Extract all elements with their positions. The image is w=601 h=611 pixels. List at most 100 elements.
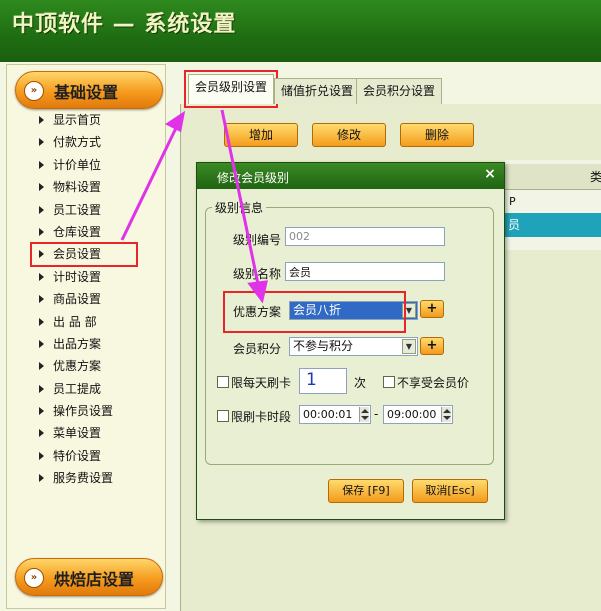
triangle-right-icon — [39, 317, 44, 326]
daily-limit-label: 限每天刷卡 — [231, 376, 292, 390]
triangle-right-icon — [39, 160, 44, 169]
sidebar-item[interactable]: 出品方案 — [37, 333, 167, 355]
sidebar-item-label: 菜单设置 — [53, 426, 102, 441]
chevron-down-icon[interactable]: ▼ — [402, 339, 416, 354]
daily-limit-input[interactable]: 1 — [299, 368, 347, 394]
time-limit-checkbox[interactable] — [217, 410, 229, 422]
edit-member-level-dialog: 修改会员级别 × 级别信息 级别编号 级别名称 优惠方案 会员八折 ▼ + 会员… — [196, 162, 505, 520]
time-to-value: 09:00:00 — [387, 408, 437, 421]
sidebar-item[interactable]: 会员设置 — [30, 242, 138, 267]
sidebar-item[interactable]: 出 品 部 — [37, 311, 167, 333]
sidebar-menu: 显示首页付款方式计价单位物料设置员工设置仓库设置会员设置计时设置商品设置出 品 … — [30, 109, 167, 490]
sidebar-item-label: 商品设置 — [53, 292, 102, 307]
sidebar-item-label: 员工设置 — [53, 202, 102, 217]
triangle-right-icon — [39, 339, 44, 348]
section-bakery-settings-button[interactable]: » 烘焙店设置 — [15, 558, 163, 596]
sidebar-item-label: 操作员设置 — [53, 404, 114, 419]
dialog-title: 修改会员级别 — [217, 171, 290, 185]
triangle-right-icon — [39, 205, 44, 214]
triangle-right-icon — [39, 272, 44, 281]
sidebar-item[interactable]: 计价单位 — [37, 154, 167, 176]
sidebar-item-label: 计时设置 — [53, 269, 102, 284]
triangle-right-icon — [39, 384, 44, 393]
add-scheme-button[interactable]: + — [420, 300, 444, 318]
sidebar-item-label: 优惠方案 — [53, 359, 102, 374]
triangle-right-icon — [39, 183, 44, 192]
highlight-box-discount-scheme — [223, 291, 406, 333]
no-member-price-checkbox[interactable] — [383, 376, 395, 388]
sidebar-item-label: 员工提成 — [53, 381, 102, 396]
triangle-right-icon — [39, 407, 44, 416]
app-title: 中顶软件 — 系统设置 — [12, 12, 237, 37]
sidebar-item[interactable]: 特价设置 — [37, 445, 167, 467]
group-label: 级别信息 — [212, 199, 267, 216]
tab-bar: 会员级别设置 储值折兑设置 会员积分设置 — [178, 70, 601, 108]
level-name-field[interactable] — [285, 262, 445, 281]
sidebar-item-label: 会员设置 — [53, 247, 102, 262]
daily-limit-checkbox[interactable] — [217, 376, 229, 388]
cancel-button[interactable]: 取消[Esc] — [412, 479, 488, 503]
sidebar-item[interactable]: 优惠方案 — [37, 355, 167, 377]
sidebar: » 基础设置 显示首页付款方式计价单位物料设置员工设置仓库设置会员设置计时设置商… — [6, 64, 166, 609]
times-unit-label: 次 — [354, 376, 367, 390]
sidebar-item-label: 特价设置 — [53, 448, 102, 463]
time-to-input[interactable]: 09:00:00 — [383, 405, 453, 424]
edit-button[interactable]: 修改 — [312, 123, 386, 147]
sidebar-item-label: 出品方案 — [53, 336, 102, 351]
sidebar-item[interactable]: 付款方式 — [37, 131, 167, 153]
section-basic-settings-label: 基础设置 — [54, 83, 119, 102]
sidebar-item-label: 仓库设置 — [53, 224, 102, 239]
triangle-right-icon — [39, 138, 44, 147]
grid-header-cell: 类 — [590, 170, 601, 184]
level-no-field[interactable] — [285, 227, 445, 246]
triangle-right-icon — [39, 474, 44, 483]
sidebar-item[interactable]: 菜单设置 — [37, 422, 167, 444]
time-from-value: 00:00:01 — [303, 408, 353, 421]
sidebar-item[interactable]: 员工设置 — [37, 199, 167, 221]
spinner-icon[interactable] — [359, 407, 369, 422]
table-row[interactable]: P — [505, 191, 601, 213]
double-chevron-icon: » — [24, 568, 44, 588]
no-member-price-label: 不享受会员价 — [397, 376, 470, 390]
member-points-value: 不参与积分 — [293, 339, 354, 353]
sidebar-item-label: 计价单位 — [53, 157, 102, 172]
save-button[interactable]: 保存 [F9] — [328, 479, 404, 503]
sidebar-item-label: 出 品 部 — [53, 314, 97, 329]
sidebar-item[interactable]: 操作员设置 — [37, 400, 167, 422]
dialog-titlebar[interactable]: 修改会员级别 × — [197, 163, 504, 189]
time-limit-label: 限刷卡时段 — [231, 410, 292, 424]
sidebar-item[interactable]: 服务费设置 — [37, 467, 167, 489]
close-icon[interactable]: × — [482, 166, 498, 184]
triangle-right-icon — [39, 227, 44, 236]
sidebar-item[interactable]: 商品设置 — [37, 288, 167, 310]
level-name-label: 级别名称 — [233, 267, 282, 281]
tab-member-points-settings[interactable]: 会员积分设置 — [356, 78, 443, 104]
delete-button[interactable]: 删除 — [400, 123, 474, 147]
triangle-right-icon — [39, 250, 44, 259]
tab-member-level-settings[interactable]: 会员级别设置 — [183, 70, 279, 108]
tab-stored-value-discount-settings[interactable]: 储值折兑设置 — [274, 78, 361, 104]
sidebar-item-label: 服务费设置 — [53, 471, 114, 486]
sidebar-item[interactable]: 物料设置 — [37, 176, 167, 198]
triangle-right-icon — [39, 116, 44, 124]
triangle-right-icon — [39, 429, 44, 438]
member-points-select[interactable]: 不参与积分 ▼ — [289, 337, 418, 356]
sidebar-item[interactable]: 仓库设置 — [37, 221, 167, 243]
triangle-right-icon — [39, 451, 44, 460]
spinner-icon[interactable] — [441, 407, 451, 422]
section-basic-settings-button[interactable]: » 基础设置 — [15, 71, 163, 109]
add-button[interactable]: 增加 — [224, 123, 298, 147]
table-row-selected[interactable]: 员 — [505, 213, 601, 237]
triangle-right-icon — [39, 362, 44, 371]
sidebar-item-label: 显示首页 — [53, 113, 102, 127]
sidebar-item[interactable]: 显示首页 — [37, 109, 167, 131]
sidebar-item[interactable]: 计时设置 — [37, 266, 167, 288]
add-points-button[interactable]: + — [420, 337, 444, 355]
sidebar-item-label: 付款方式 — [53, 135, 102, 150]
triangle-right-icon — [39, 295, 44, 304]
grid-header — [505, 164, 601, 190]
sidebar-item[interactable]: 员工提成 — [37, 378, 167, 400]
double-chevron-icon: » — [24, 81, 44, 101]
time-from-input[interactable]: 00:00:01 — [299, 405, 371, 424]
section-bakery-settings-label: 烘焙店设置 — [54, 570, 135, 589]
